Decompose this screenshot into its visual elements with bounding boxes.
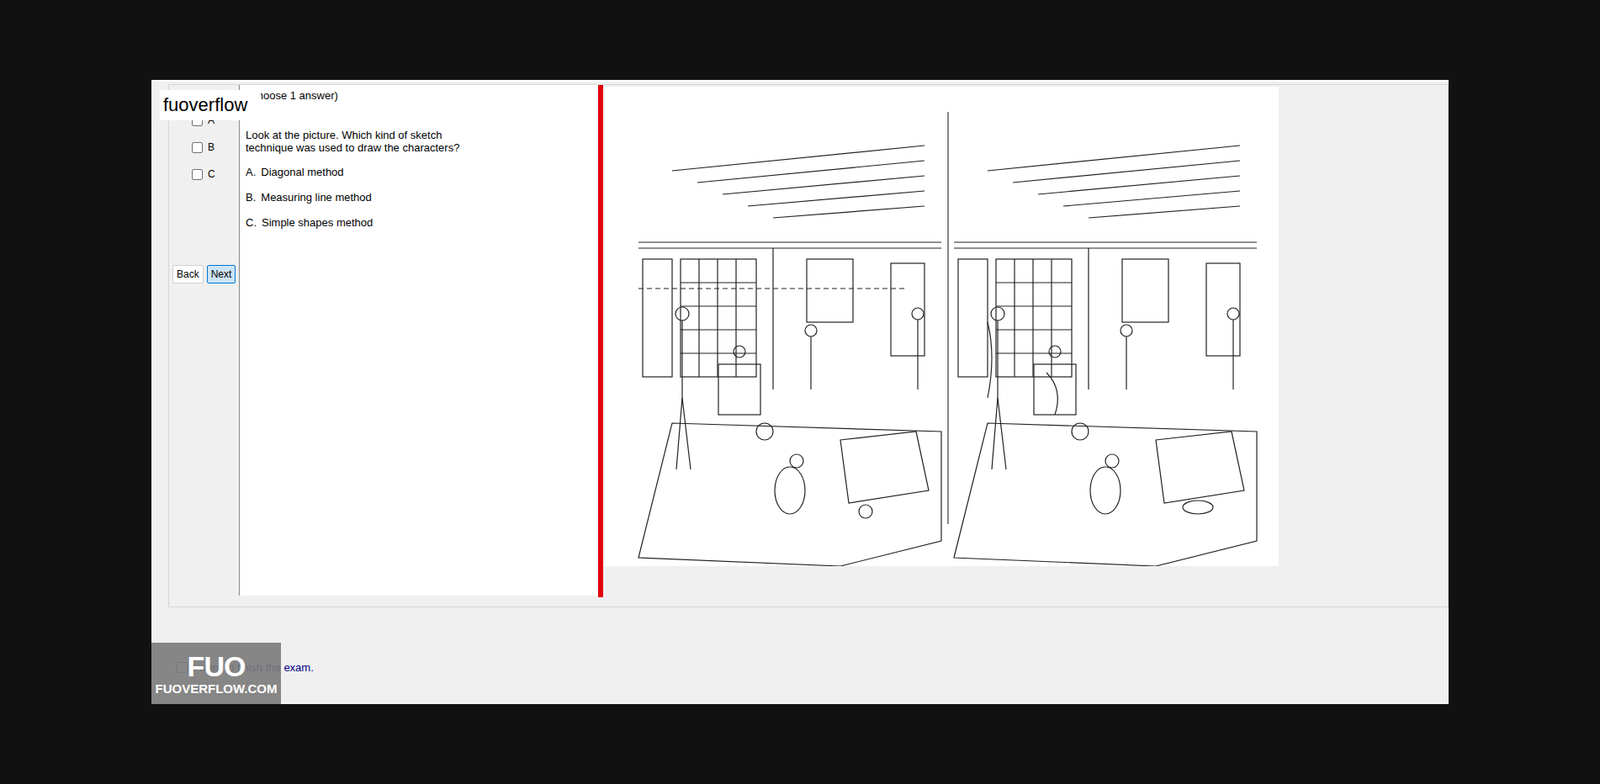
screen: ABCBackNext(Choose 1 answer)Look at the … [0,0,1600,784]
room-sketch-image [604,86,1279,567]
splitter[interactable] [598,84,604,598]
image-area [603,84,1279,607]
option-text: B.Measuring line method [245,190,593,205]
bottom-watermark: FUOFUOVERFLOW.COM [151,642,281,705]
back-button[interactable]: Back [172,264,204,284]
answer-option[interactable]: B [169,133,239,161]
option-list: A.Diagonal method B.Measuring line method… [245,153,593,230]
image-divider [947,111,949,525]
room-sketch [953,145,1257,567]
question-panel: (Choose 1 answer) Look at the picture. Wh… [238,84,599,596]
option-text: A.Diagonal method [245,165,593,180]
top-watermark: fuoverflow [159,90,261,121]
answer-option[interactable]: C [169,160,239,188]
next-button[interactable]: Next [206,264,237,284]
answer-checkbox[interactable] [191,142,203,154]
answer-column: ABCBackNext [169,84,239,607]
content-frame: ABCBackNext(Choose 1 answer)Look at the … [168,84,1449,608]
exam-window: ABCBackNext(Choose 1 answer)Look at the … [151,79,1449,705]
room-sketch [638,145,942,567]
option-text: C.Simple shapes method [245,216,593,230]
answer-checkbox[interactable] [191,169,203,181]
question-instruction: (Choose 1 answer) [245,89,593,102]
nav-buttons: BackNext [169,264,239,284]
finish-row[interactable]: I want to finish the exam. [176,659,1449,677]
question-image [604,86,1279,567]
question-text: Look at the picture. Which kind of sketc… [245,128,486,154]
